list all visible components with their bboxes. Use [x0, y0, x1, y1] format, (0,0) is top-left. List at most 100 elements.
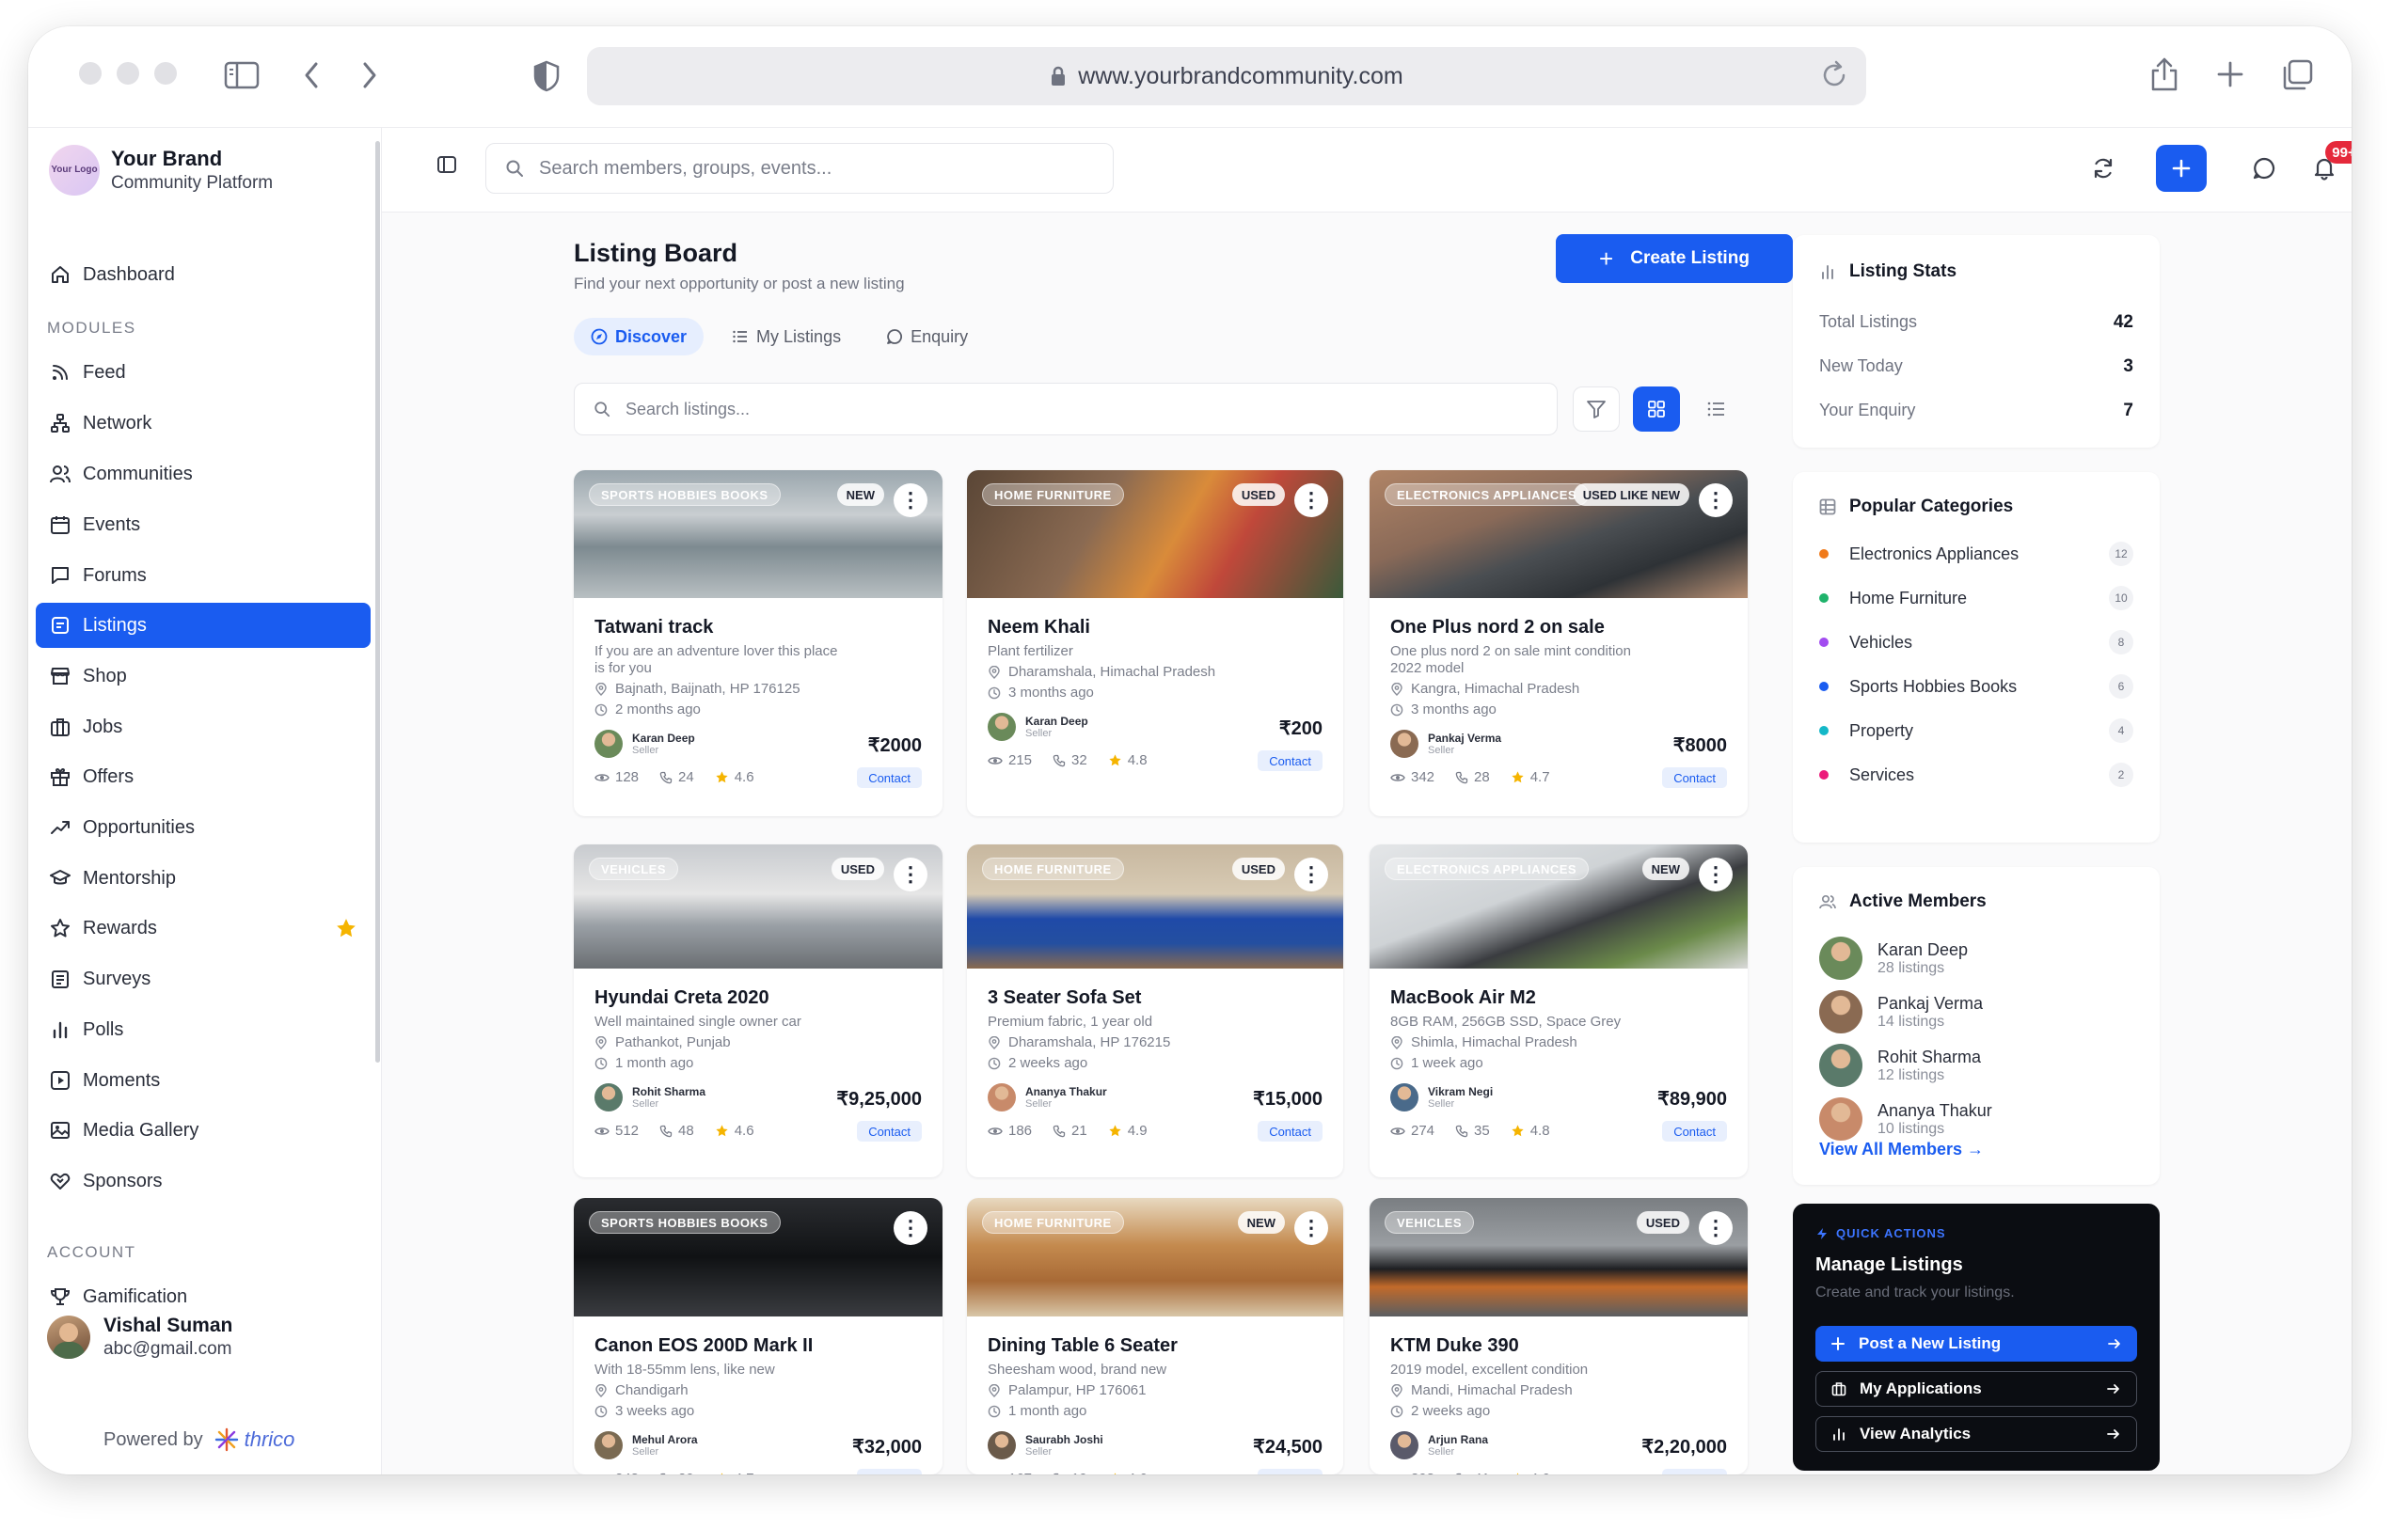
- chat-icon[interactable]: [2252, 156, 2276, 181]
- category-row[interactable]: Electronics Appliances 12: [1819, 542, 2133, 566]
- brand-header[interactable]: Your Logo Your Brand Community Platform: [49, 145, 273, 196]
- sidebar-item-offers[interactable]: Offers: [36, 754, 371, 799]
- sidebar-item-moments[interactable]: Moments: [36, 1058, 371, 1103]
- category-row[interactable]: Services 2: [1819, 763, 2133, 787]
- listing-title[interactable]: One Plus nord 2 on sale: [1390, 617, 1605, 638]
- seller-info[interactable]: Ananya Thakur Seller: [988, 1083, 1107, 1111]
- grid-view-button[interactable]: [1633, 386, 1680, 432]
- sidebar-item-dashboard[interactable]: Dashboard: [36, 252, 371, 297]
- sidebar-item-polls[interactable]: Polls: [36, 1007, 371, 1052]
- more-options-icon[interactable]: ⋮: [1699, 1211, 1733, 1245]
- category-row[interactable]: Property 4: [1819, 718, 2133, 743]
- seller-info[interactable]: Pankaj Verma Seller: [1390, 730, 1501, 758]
- tab-my-listings[interactable]: My Listings: [715, 318, 858, 355]
- sidebar-item-media-gallery[interactable]: Media Gallery: [36, 1108, 371, 1153]
- contact-button[interactable]: Contact: [1258, 1121, 1323, 1142]
- seller-info[interactable]: Arjun Rana Seller: [1390, 1431, 1488, 1459]
- listing-title[interactable]: MacBook Air M2: [1390, 987, 1536, 1009]
- quick-create-button[interactable]: [2156, 145, 2207, 192]
- new-tab-plus-icon[interactable]: [2216, 60, 2244, 88]
- listing-title[interactable]: Hyundai Creta 2020: [594, 987, 769, 1009]
- seller-info[interactable]: Vikram Negi Seller: [1390, 1083, 1493, 1111]
- listing-card[interactable]: VEHICLES USED ⋮ KTM Duke 390 2019 model, exc…: [1370, 1198, 1748, 1474]
- contact-button[interactable]: Contact: [857, 1121, 922, 1142]
- sidebar-item-listings[interactable]: Listings: [36, 603, 371, 648]
- window-zoom-button[interactable]: [154, 62, 177, 85]
- my-applications-button[interactable]: My Applications: [1815, 1371, 2137, 1407]
- privacy-shield-icon[interactable]: [532, 60, 561, 92]
- sidebar-item-feed[interactable]: Feed: [36, 350, 371, 395]
- member-row[interactable]: Rohit Sharma 12 listings: [1819, 1044, 1981, 1087]
- more-options-icon[interactable]: ⋮: [1294, 858, 1328, 891]
- sidebar-item-sponsors[interactable]: Sponsors: [36, 1159, 371, 1204]
- listing-card[interactable]: HOME FURNITURE USED ⋮ Neem Khali Plant ferti…: [967, 470, 1343, 816]
- sidebar-item-opportunities[interactable]: Opportunities: [36, 805, 371, 850]
- sidebar-item-surveys[interactable]: Surveys: [36, 956, 371, 1001]
- tab-overview-icon[interactable]: [2280, 58, 2314, 92]
- global-search-input[interactable]: Search members, groups, events...: [485, 143, 1114, 194]
- sidebar-scrollbar[interactable]: [375, 141, 380, 1063]
- sidebar-item-events[interactable]: Events: [36, 502, 371, 547]
- collapse-sidebar-icon[interactable]: [436, 154, 457, 175]
- view-all-members-link[interactable]: View All Members →: [1819, 1140, 1984, 1159]
- seller-info[interactable]: Karan Deep Seller: [594, 730, 695, 758]
- more-options-icon[interactable]: ⋮: [1699, 483, 1733, 517]
- seller-info[interactable]: Karan Deep Seller: [988, 713, 1088, 741]
- seller-info[interactable]: Saurabh Joshi Seller: [988, 1431, 1103, 1459]
- contact-button[interactable]: Contact: [1662, 767, 1727, 788]
- list-view-button[interactable]: [1693, 386, 1740, 432]
- more-options-icon[interactable]: ⋮: [894, 1211, 927, 1245]
- create-listing-button[interactable]: + Create Listing: [1556, 234, 1793, 283]
- listing-card[interactable]: SPORTS HOBBIES BOOKS NEW ⋮ Tatwani track If …: [574, 470, 943, 816]
- address-bar[interactable]: www.yourbrandcommunity.com: [587, 47, 1866, 105]
- more-options-icon[interactable]: ⋮: [1294, 1211, 1328, 1245]
- filter-button[interactable]: [1573, 386, 1620, 432]
- listing-title[interactable]: Neem Khali: [988, 617, 1090, 638]
- listing-search-input[interactable]: Search listings...: [574, 383, 1558, 435]
- sidebar-item-rewards[interactable]: Rewards: [36, 906, 371, 951]
- category-row[interactable]: Sports Hobbies Books 6: [1819, 674, 2133, 699]
- sidebar-item-shop[interactable]: Shop: [36, 654, 371, 699]
- reload-icon[interactable]: [1819, 60, 1849, 90]
- view-analytics-button[interactable]: View Analytics: [1815, 1416, 2137, 1452]
- listing-title[interactable]: Tatwani track: [594, 617, 713, 638]
- seller-info[interactable]: Rohit Sharma Seller: [594, 1083, 705, 1111]
- listing-card[interactable]: SPORTS HOBBIES BOOKS ⋮ Canon EOS 200D Mark…: [574, 1198, 943, 1474]
- listing-title[interactable]: 3 Seater Sofa Set: [988, 987, 1141, 1009]
- contact-button[interactable]: Contact: [1662, 1121, 1727, 1142]
- more-options-icon[interactable]: ⋮: [894, 483, 927, 517]
- post-new-listing-button[interactable]: Post a New Listing: [1815, 1326, 2137, 1362]
- back-arrow-icon[interactable]: [301, 60, 324, 90]
- listing-title[interactable]: KTM Duke 390: [1390, 1335, 1519, 1357]
- window-minimize-button[interactable]: [117, 62, 139, 85]
- contact-button[interactable]: Contact: [1258, 750, 1323, 771]
- member-row[interactable]: Pankaj Verma 14 listings: [1819, 990, 1983, 1033]
- tab-discover[interactable]: Discover: [574, 318, 705, 355]
- category-row[interactable]: Vehicles 8: [1819, 630, 2133, 654]
- contact-button[interactable]: Contact: [857, 1469, 922, 1474]
- forward-arrow-icon[interactable]: [357, 60, 380, 90]
- sidebar-item-jobs[interactable]: Jobs: [36, 704, 371, 749]
- share-icon[interactable]: [2148, 56, 2180, 92]
- member-row[interactable]: Karan Deep 28 listings: [1819, 937, 1968, 980]
- listing-card[interactable]: ELECTRONICS APPLIANCES USED LIKE NEW ⋮ One …: [1370, 470, 1748, 816]
- more-options-icon[interactable]: ⋮: [894, 858, 927, 891]
- listing-card[interactable]: VEHICLES USED ⋮ Hyundai Creta 2020 Well main…: [574, 844, 943, 1177]
- seller-info[interactable]: Mehul Arora Seller: [594, 1431, 698, 1459]
- sidebar-item-mentorship[interactable]: Mentorship: [36, 856, 371, 901]
- sidebar-item-gamification[interactable]: Gamification: [36, 1274, 371, 1319]
- contact-button[interactable]: Contact: [1258, 1469, 1323, 1474]
- category-row[interactable]: Home Furniture 10: [1819, 586, 2133, 610]
- listing-title[interactable]: Dining Table 6 Seater: [988, 1335, 1178, 1357]
- listing-card[interactable]: HOME FURNITURE USED ⋮ 3 Seater Sofa Set Prem…: [967, 844, 1343, 1177]
- sidebar-item-forums[interactable]: Forums: [36, 553, 371, 598]
- powered-brand[interactable]: thrico: [245, 1427, 295, 1452]
- more-options-icon[interactable]: ⋮: [1699, 858, 1733, 891]
- contact-button[interactable]: Contact: [857, 767, 922, 788]
- sidebar-item-network[interactable]: Network: [36, 401, 371, 446]
- sidebar-item-communities[interactable]: Communities: [36, 451, 371, 497]
- listing-title[interactable]: Canon EOS 200D Mark II: [594, 1335, 813, 1357]
- tab-enquiry[interactable]: Enquiry: [869, 318, 985, 355]
- more-options-icon[interactable]: ⋮: [1294, 483, 1328, 517]
- member-row[interactable]: Ananya Thakur 10 listings: [1819, 1097, 1992, 1141]
